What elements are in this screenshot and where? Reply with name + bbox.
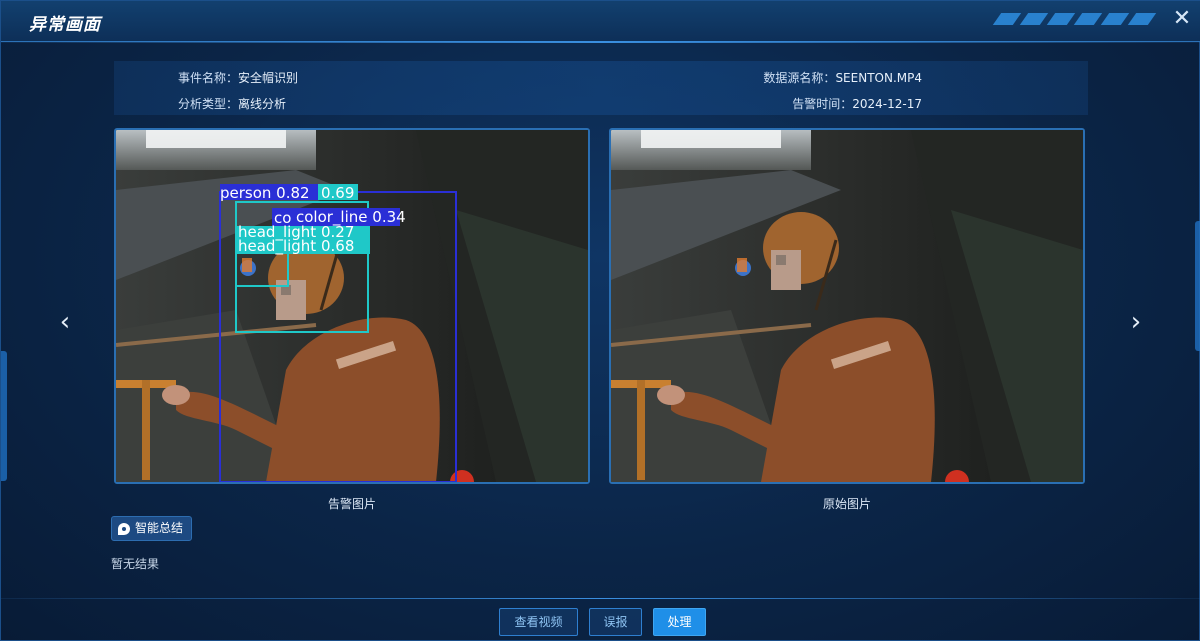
close-icon[interactable]: ✕ — [1169, 6, 1195, 32]
event-name-row: 事件名称：安全帽识别 — [178, 69, 298, 86]
view-video-button[interactable]: 查看视频 — [499, 608, 578, 636]
anomaly-dialog: 异常画面 ✕ 事件名称：安全帽识别 分析类型：离线分析 数据源名称：SEENTO… — [0, 0, 1200, 641]
detection-label: head_light 0.68 — [238, 237, 354, 256]
original-image-caption: 原始图片 — [822, 497, 871, 511]
handle-button[interactable]: 处理 — [653, 608, 706, 636]
side-tab-right[interactable] — [1195, 221, 1200, 351]
event-name-label: 事件名称： — [178, 71, 239, 85]
footer-divider — [1, 598, 1200, 599]
side-tab-left[interactable] — [1, 351, 7, 481]
event-name-value: 安全帽识别 — [238, 71, 299, 85]
original-image[interactable] — [609, 128, 1085, 484]
original-scene — [611, 130, 1083, 482]
alarm-time-label: 告警时间： — [792, 97, 853, 111]
analysis-type-value: 离线分析 — [238, 97, 287, 111]
false-report-button[interactable]: 误报 — [589, 608, 642, 636]
summary-result-text: 暂无结果 — [111, 557, 160, 571]
analysis-type-row: 分析类型：离线分析 — [178, 95, 286, 112]
detection-label: person 0.82 — [220, 184, 310, 202]
alarm-image-caption: 告警图片 — [327, 497, 376, 511]
alarm-time-value: 2024-12-17 — [852, 97, 922, 111]
chevron-left-icon[interactable]: ‹ — [53, 307, 77, 337]
title-bar: 异常画面 ✕ — [1, 1, 1200, 42]
chat-bubble-icon — [118, 522, 130, 535]
alarm-image[interactable]: person 0.82 0.69 co color_line 0.34 head… — [114, 128, 590, 484]
detection-label: 0.69 — [321, 184, 354, 202]
dialog-title: 异常画面 — [29, 15, 101, 35]
datasource-label: 数据源名称： — [763, 71, 836, 85]
title-divider — [1, 41, 1200, 43]
title-decoration — [992, 13, 1157, 25]
analysis-type-label: 分析类型： — [178, 97, 239, 111]
chevron-right-icon[interactable]: › — [1124, 307, 1148, 337]
smart-summary-badge[interactable]: 智能总结 — [111, 516, 193, 541]
alarm-time-row: 告警时间：2024-12-17 — [792, 95, 922, 112]
datasource-row: 数据源名称：SEENTON.MP4 — [763, 69, 922, 86]
alarm-scene: person 0.82 0.69 co color_line 0.34 head… — [116, 130, 588, 482]
datasource-value: SEENTON.MP4 — [835, 71, 922, 85]
event-info-panel: 事件名称：安全帽识别 分析类型：离线分析 数据源名称：SEENTON.MP4 告… — [114, 61, 1088, 115]
smart-summary-label: 智能总结 — [135, 521, 184, 535]
